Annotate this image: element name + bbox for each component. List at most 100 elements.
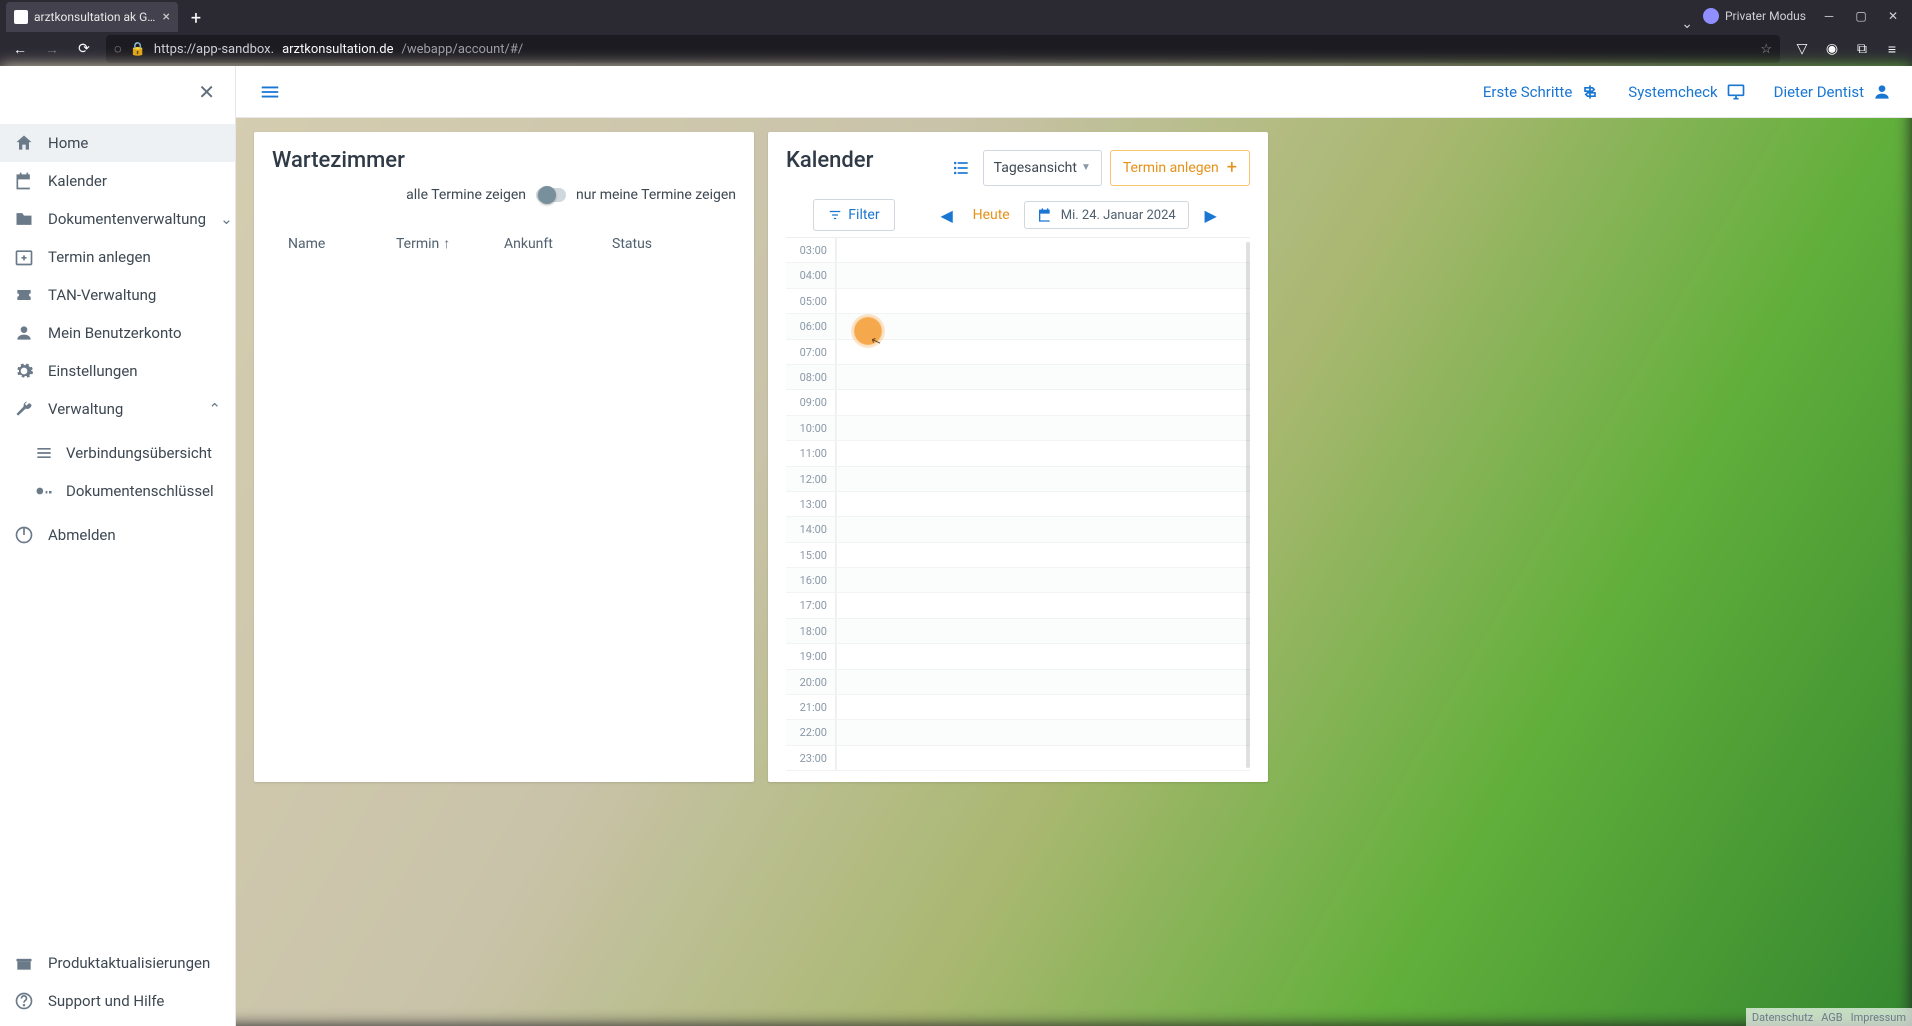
time-slot[interactable] [836,289,1250,313]
time-slot[interactable] [836,416,1250,440]
bookmark-star-icon[interactable]: ☆ [1760,42,1772,57]
sidebar-close-button[interactable]: ✕ [190,76,223,108]
calendar-hour-row[interactable]: 20:00 [786,670,1250,695]
calendar-hour-row[interactable]: 13:00 [786,492,1250,517]
calendar-day-grid[interactable]: 03:0004:0005:0006:0007:0008:0009:0010:00… [786,238,1250,772]
time-slot[interactable] [836,619,1250,643]
new-appointment-button[interactable]: Termin anlegen + [1110,150,1250,186]
minimize-button[interactable]: ─ [1814,4,1844,28]
nav-item-kalender[interactable]: Kalender [0,162,235,200]
calendar-hour-row[interactable]: 22:00 [786,720,1250,745]
calendar-hour-row[interactable]: 23:00 [786,746,1250,771]
nav-subitem-dokumentenschluessel[interactable]: Dokumentenschlüssel [0,472,235,510]
nav-item-einstellungen[interactable]: Einstellungen [0,352,235,390]
time-slot[interactable] [836,517,1250,541]
next-day-button[interactable]: ▶ [1199,203,1223,227]
pocket-icon[interactable]: ▽ [1788,35,1816,63]
calendar-scrollbar[interactable] [1246,242,1250,768]
calendar-hour-row[interactable]: 18:00 [786,619,1250,644]
calendar-hour-row[interactable]: 17:00 [786,593,1250,618]
footer-impressum[interactable]: Impressum [1851,1011,1906,1024]
first-steps-link[interactable]: Erste Schritte [1483,82,1600,102]
back-button[interactable]: ← [6,35,34,63]
calendar-hour-row[interactable]: 03:00 [786,238,1250,263]
time-label: 22:00 [786,720,836,744]
favicon-icon [14,10,28,24]
nav-subitem-verbindungsuebersicht[interactable]: Verbindungsübersicht [0,434,235,472]
time-label: 20:00 [786,670,836,694]
calendar-hour-row[interactable]: 15:00 [786,543,1250,568]
time-slot[interactable] [836,238,1250,262]
filter-button[interactable]: Filter [813,199,894,231]
time-slot[interactable] [836,568,1250,592]
calendar-hour-row[interactable]: 12:00 [786,467,1250,492]
date-picker[interactable]: Mi. 24. Januar 2024 [1024,201,1189,229]
col-ankunft[interactable]: Ankunft [504,235,612,252]
time-slot[interactable] [836,314,1250,338]
calendar-hour-row[interactable]: 06:00 [786,314,1250,339]
time-slot[interactable] [836,670,1250,694]
time-label: 17:00 [786,593,836,617]
calendar-hour-row[interactable]: 19:00 [786,644,1250,669]
account-icon[interactable]: ◉ [1818,35,1846,63]
list-view-icon[interactable] [947,154,975,182]
time-slot[interactable] [836,263,1250,287]
time-slot[interactable] [836,340,1250,364]
calendar-hour-row[interactable]: 16:00 [786,568,1250,593]
maximize-button[interactable]: ▢ [1846,4,1876,28]
calendar-hour-row[interactable]: 21:00 [786,695,1250,720]
time-slot[interactable] [836,644,1250,668]
time-slot[interactable] [836,746,1250,770]
time-slot[interactable] [836,441,1250,465]
footer-datenschutz[interactable]: Datenschutz [1752,1011,1813,1024]
private-mode-badge: Privater Modus [1703,0,1806,32]
user-menu-link[interactable]: Dieter Dentist [1774,82,1892,102]
browser-tab-active[interactable]: arztkonsultation ak GmbH × [6,2,178,32]
time-slot[interactable] [836,467,1250,491]
tabs-dropdown-icon[interactable]: ⌄ [1681,16,1693,32]
calendar-hour-row[interactable]: 09:00 [786,390,1250,415]
today-button[interactable]: Heute [969,207,1014,223]
time-slot[interactable] [836,390,1250,414]
time-slot[interactable] [836,593,1250,617]
appointments-filter-switch[interactable] [536,188,566,202]
time-slot[interactable] [836,492,1250,516]
address-bar[interactable]: ◌ 🔒 https://app-sandbox.arztkonsultation… [106,35,1780,63]
close-window-button[interactable]: ✕ [1878,4,1908,28]
view-select-label: Tagesansicht [994,160,1077,176]
close-tab-icon[interactable]: × [163,9,170,25]
nav-item-dokumentenverwaltung[interactable]: Dokumentenverwaltung ⌄ [0,200,235,238]
calendar-hour-row[interactable]: 04:00 [786,263,1250,288]
system-check-link[interactable]: Systemcheck [1628,82,1745,102]
extensions-icon[interactable]: ⧉ [1848,35,1876,63]
reload-button[interactable]: ⟳ [70,35,98,63]
calendar-hour-row[interactable]: 11:00 [786,441,1250,466]
time-slot[interactable] [836,543,1250,567]
calendar-hour-row[interactable]: 05:00 [786,289,1250,314]
nav-item-updates[interactable]: Produktaktualisierungen [0,944,235,982]
nav-item-home[interactable]: Home [0,124,235,162]
footer-agb[interactable]: AGB [1821,1011,1842,1024]
nav-item-benutzerkonto[interactable]: Mein Benutzerkonto [0,314,235,352]
view-select[interactable]: Tagesansicht ▼ [983,150,1102,186]
calendar-hour-row[interactable]: 14:00 [786,517,1250,542]
nav-item-abmelden[interactable]: Abmelden [0,516,235,554]
nav-item-tan-verwaltung[interactable]: TAN-Verwaltung [0,276,235,314]
app-menu-icon[interactable]: ≡ [1878,35,1906,63]
col-name[interactable]: Name [288,235,396,252]
calendar-hour-row[interactable]: 07:00 [786,340,1250,365]
new-tab-button[interactable]: + [182,4,210,32]
time-slot[interactable] [836,720,1250,744]
sidebar-toggle-button[interactable] [256,78,284,106]
forward-button[interactable]: → [38,35,66,63]
col-status[interactable]: Status [612,235,720,252]
time-slot[interactable] [836,365,1250,389]
prev-day-button[interactable]: ◀ [935,203,959,227]
time-slot[interactable] [836,695,1250,719]
col-termin[interactable]: Termin↑ [396,235,504,252]
calendar-hour-row[interactable]: 08:00 [786,365,1250,390]
window-controls: ─ ▢ ✕ [1814,0,1912,32]
nav-item-verwaltung[interactable]: Verwaltung ⌃ [0,390,235,428]
calendar-hour-row[interactable]: 10:00 [786,416,1250,441]
nav-item-termin-anlegen[interactable]: Termin anlegen [0,238,235,276]
